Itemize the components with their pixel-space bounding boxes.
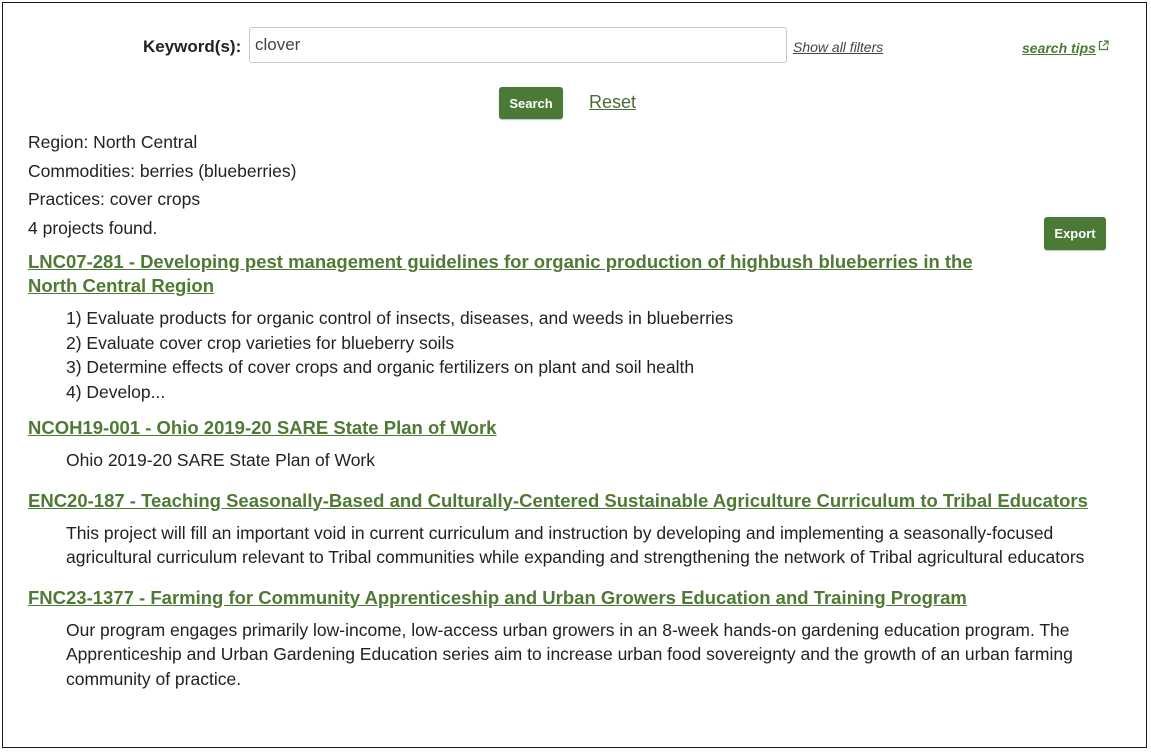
reset-link[interactable]: Reset: [589, 92, 636, 113]
result-description-line: 3) Determine effects of cover crops and …: [66, 357, 695, 377]
keyword-label: Keyword(s):: [143, 37, 242, 56]
result-description-line: 1) Evaluate products for organic control…: [66, 308, 734, 328]
search-tips-link[interactable]: search tips: [1022, 38, 1109, 56]
list-item: NCOH19-001 - Ohio 2019-20 SARE State Pla…: [28, 416, 1118, 473]
list-item: LNC07-281 - Developing pest management g…: [28, 250, 1118, 404]
result-description: 1) Evaluate products for organic control…: [66, 306, 1118, 404]
result-title-link[interactable]: LNC07-281 - Developing pest management g…: [28, 250, 1008, 298]
filter-commodities: Commodities: berries (blueberries): [28, 160, 297, 181]
filter-practices: Practices: cover crops: [28, 189, 201, 209]
result-description-line: 2) Evaluate cover crop varieties for blu…: [66, 332, 455, 353]
list-item: ENC20-187 - Teaching Seasonally-Based an…: [28, 489, 1118, 570]
result-title-link[interactable]: FNC23-1377 - Farming for Community Appre…: [28, 586, 1118, 610]
search-tips-label: search tips: [1022, 40, 1096, 56]
results-count: 4 projects found.: [28, 218, 158, 238]
result-description-line: 4) Develop...: [66, 381, 166, 402]
search-row: Keyword(s): Show all filters search tips: [3, 27, 1146, 65]
page-frame: Keyword(s): Show all filters search tips…: [2, 2, 1147, 748]
export-button[interactable]: Export: [1044, 217, 1106, 250]
result-description: Ohio 2019-20 SARE State Plan of Work: [66, 450, 376, 470]
result-title-link[interactable]: NCOH19-001 - Ohio 2019-20 SARE State Pla…: [28, 416, 1118, 440]
filter-region: Region: North Central: [28, 132, 198, 152]
applied-filters: Region: North Central Commodities: berri…: [28, 128, 296, 214]
keyword-input[interactable]: [249, 27, 787, 63]
results-list: LNC07-281 - Developing pest management g…: [28, 250, 1118, 691]
result-description: This project will fill an important void…: [66, 522, 1085, 568]
result-title-link[interactable]: ENC20-187 - Teaching Seasonally-Based an…: [28, 489, 1118, 513]
search-button[interactable]: Search: [499, 87, 563, 119]
list-item: FNC23-1377 - Farming for Community Appre…: [28, 586, 1118, 692]
result-description: Our program engages primarily low-income…: [66, 619, 1073, 689]
show-all-filters-link[interactable]: Show all filters: [793, 39, 883, 55]
external-link-icon: [1098, 38, 1109, 54]
